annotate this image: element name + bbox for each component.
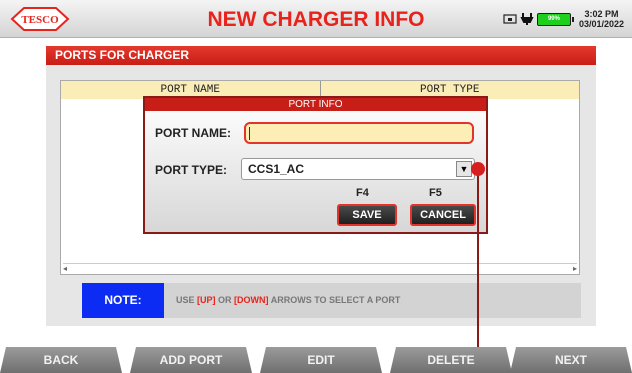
save-button[interactable]: SAVE — [337, 204, 397, 226]
scroll-left-arrow-icon[interactable]: ◂ — [63, 264, 67, 273]
horizontal-scrollbar[interactable]: ◂ ▸ — [63, 263, 577, 273]
power-plug-icon — [520, 13, 534, 25]
header-bar: TESCO NEW CHARGER INFO 99% 3:02 PM 03/01… — [0, 0, 632, 38]
dialog-title: PORT INFO — [145, 98, 486, 111]
note-text-part: USE — [176, 295, 198, 305]
port-name-label: PORT NAME: — [155, 126, 231, 140]
clock: 3:02 PM 03/01/2022 — [579, 9, 624, 29]
date-text: 03/01/2022 — [578, 19, 624, 29]
note-text-part: ARROWS TO SELECT A PORT — [268, 295, 401, 305]
note-label: NOTE: — [82, 283, 164, 318]
edit-button[interactable]: EDIT — [260, 347, 382, 373]
time-text: 3:02 PM — [584, 9, 619, 19]
dropdown-arrow-icon[interactable]: ▼ — [456, 161, 472, 177]
f4-key-label: F4 — [356, 187, 369, 199]
port-type-value: CCS1_AC — [248, 162, 305, 176]
note-text: USE [UP] OR [DOWN] ARROWS TO SELECT A PO… — [176, 283, 400, 318]
port-type-label: PORT TYPE: — [155, 163, 228, 177]
usb-drive-icon — [503, 14, 517, 24]
port-type-select[interactable]: CCS1_AC ▼ — [241, 158, 475, 180]
scroll-right-arrow-icon[interactable]: ▸ — [573, 264, 577, 273]
panel-title: PORTS FOR CHARGER — [46, 46, 596, 65]
callout-dot — [471, 162, 485, 176]
note-bar: NOTE: USE [UP] OR [DOWN] ARROWS TO SELEC… — [82, 283, 581, 318]
delete-button[interactable]: DELETE — [390, 347, 512, 373]
cancel-button[interactable]: CANCEL — [410, 204, 476, 226]
add-port-button[interactable]: ADD PORT — [130, 347, 252, 373]
text-caret — [249, 127, 250, 140]
bottom-nav: BACK ADD PORT EDIT DELETE NEXT — [0, 347, 632, 373]
status-area: 99% 3:02 PM 03/01/2022 — [503, 6, 624, 32]
note-down-key: [DOWN] — [234, 295, 269, 305]
port-name-input[interactable] — [244, 122, 474, 144]
back-button[interactable]: BACK — [0, 347, 122, 373]
callout-line — [477, 169, 479, 373]
next-button[interactable]: NEXT — [510, 347, 632, 373]
port-info-dialog: PORT INFO PORT NAME: PORT TYPE: CCS1_AC … — [143, 96, 488, 234]
note-text-part: OR — [215, 295, 235, 305]
f5-key-label: F5 — [429, 187, 442, 199]
note-up-key: [UP] — [197, 295, 216, 305]
battery-icon: 99% — [536, 12, 574, 26]
